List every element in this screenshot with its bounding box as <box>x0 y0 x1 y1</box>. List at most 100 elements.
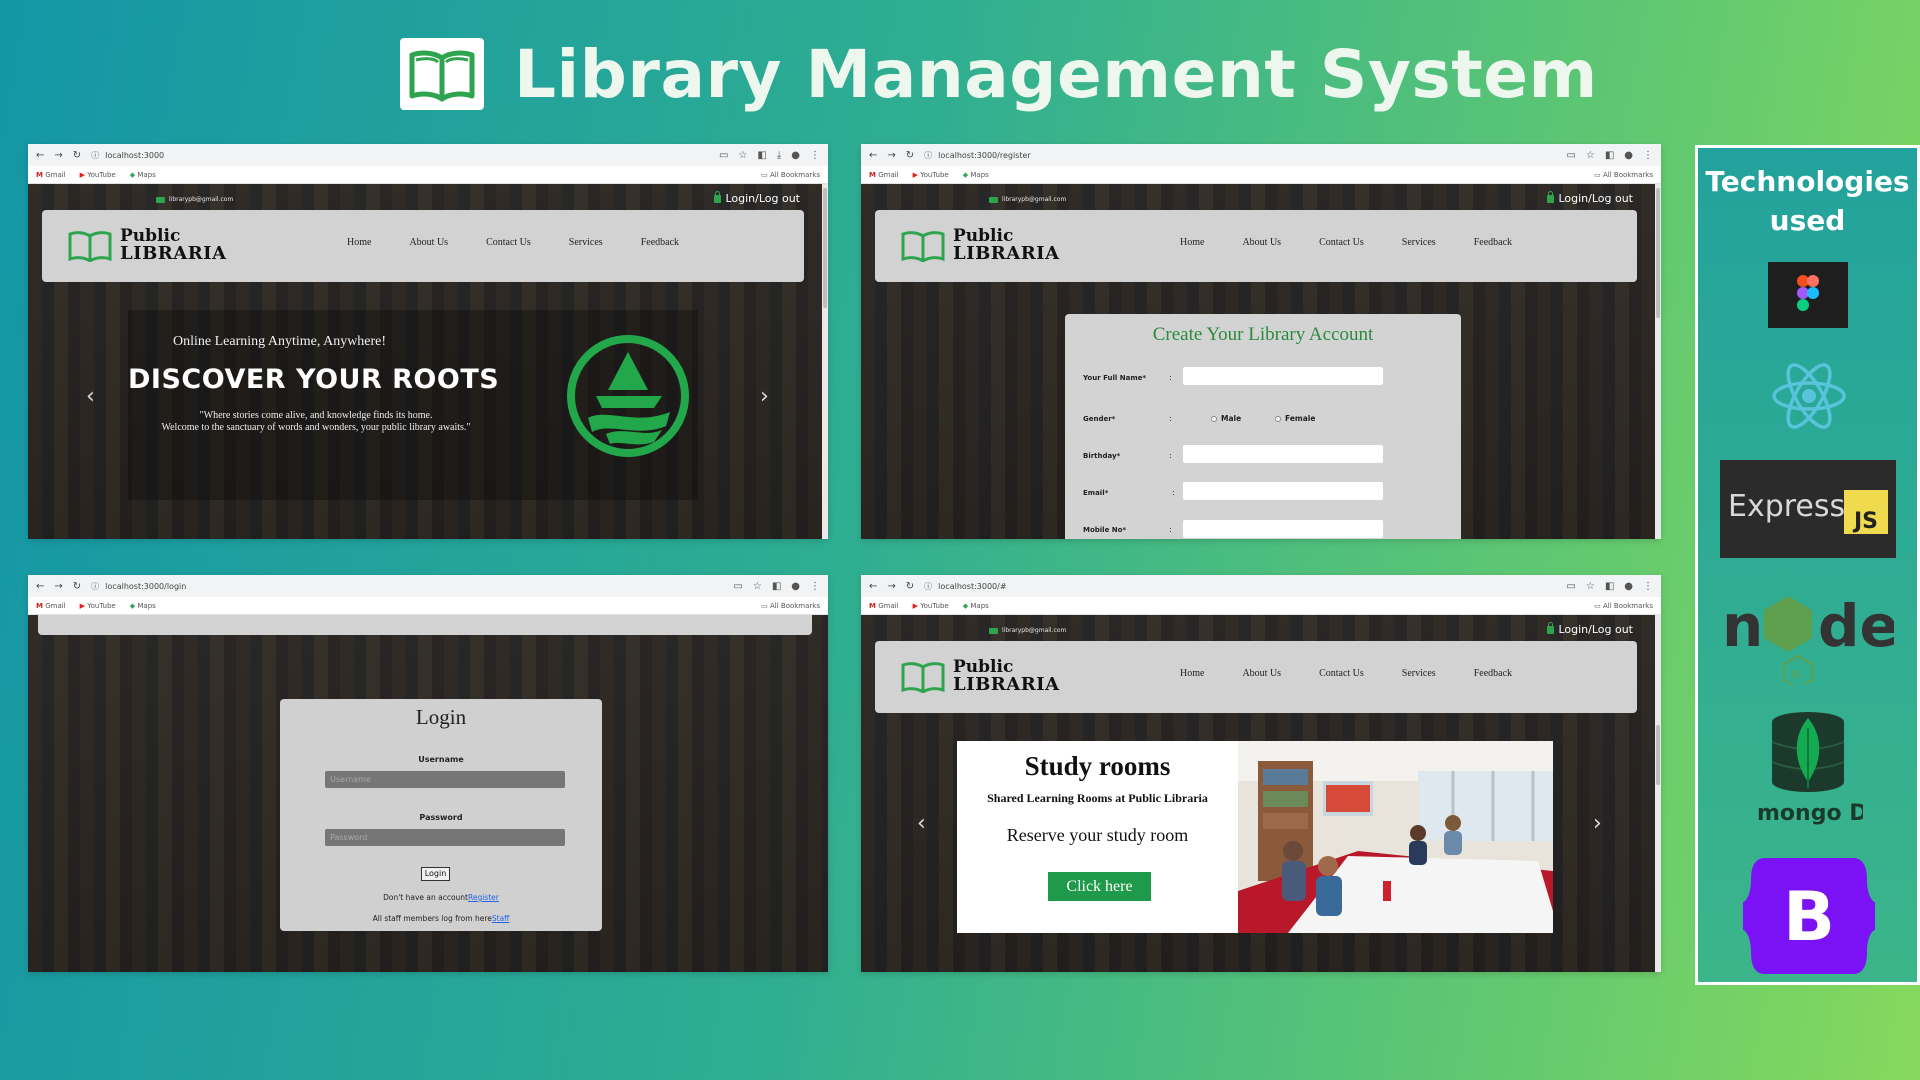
password-label: Password <box>419 813 463 822</box>
reload-icon[interactable]: ↻ <box>73 150 81 161</box>
profile-icon[interactable]: ● <box>1624 581 1633 592</box>
menu-icon[interactable]: ⋮ <box>810 581 820 592</box>
book-logo-icon <box>901 231 945 262</box>
bookmark-youtube[interactable]: ▶ YouTube <box>80 602 116 610</box>
password-input[interactable]: Password <box>325 829 565 846</box>
bookmark-gmail[interactable]: M Gmail <box>36 171 66 179</box>
download-icon[interactable]: ⤓ <box>777 150 781 161</box>
carousel-next-icon[interactable]: › <box>760 384 769 409</box>
gender-male-radio[interactable]: Male <box>1211 414 1241 423</box>
extensions-icon[interactable]: ◧ <box>1605 150 1614 161</box>
back-icon[interactable]: ← <box>869 150 877 161</box>
scrollbar[interactable] <box>1655 184 1661 539</box>
reload-icon[interactable]: ↻ <box>73 581 81 592</box>
profile-icon[interactable]: ● <box>791 581 800 592</box>
birthday-input[interactable] <box>1183 445 1383 463</box>
reload-icon[interactable]: ↻ <box>906 581 914 592</box>
carousel-next-icon[interactable]: › <box>1593 811 1602 836</box>
bookmark-maps[interactable]: ◆ Maps <box>963 171 989 179</box>
bookmark-youtube[interactable]: ▶ YouTube <box>80 171 116 179</box>
profile-icon[interactable]: ● <box>1624 150 1633 161</box>
back-icon[interactable]: ← <box>36 150 44 161</box>
nav-services[interactable]: Services <box>569 237 603 248</box>
extensions-icon[interactable]: ◧ <box>757 150 766 161</box>
address-bar[interactable]: ⓘ localhost:3000/# <box>924 581 1556 592</box>
full-name-input[interactable] <box>1183 367 1383 385</box>
menu-icon[interactable]: ⋮ <box>1643 581 1653 592</box>
all-bookmarks[interactable]: ▭ All Bookmarks <box>761 171 820 179</box>
site-brand[interactable]: Public LIBRARIA <box>901 227 1060 265</box>
nav-services[interactable]: Services <box>1402 668 1436 679</box>
menu-icon[interactable]: ⋮ <box>810 150 820 161</box>
staff-link[interactable]: Staff <box>492 914 509 923</box>
bookmark-gmail[interactable]: M Gmail <box>36 602 66 610</box>
login-button[interactable]: Login <box>421 867 450 881</box>
nav-about[interactable]: About Us <box>1242 237 1281 248</box>
nav-contact[interactable]: Contact Us <box>1319 237 1364 248</box>
nav-feedback[interactable]: Feedback <box>1474 237 1512 248</box>
star-icon[interactable]: ☆ <box>1586 150 1595 161</box>
profile-icon[interactable]: ● <box>791 150 800 161</box>
bookmark-gmail[interactable]: M Gmail <box>869 171 899 179</box>
extensions-icon[interactable]: ◧ <box>1605 581 1614 592</box>
nav-home[interactable]: Home <box>1180 668 1204 679</box>
login-logout-link[interactable]: Login/Log out <box>1547 190 1633 205</box>
cast-icon[interactable]: ▭ <box>1566 581 1575 592</box>
forward-icon[interactable]: → <box>887 150 895 161</box>
menu-icon[interactable]: ⋮ <box>1643 150 1653 161</box>
forward-icon[interactable]: → <box>54 150 62 161</box>
address-bar[interactable]: ⓘ localhost:3000 <box>91 150 709 161</box>
carousel-prev-icon[interactable]: ‹ <box>86 384 95 409</box>
nav-feedback[interactable]: Feedback <box>1474 668 1512 679</box>
register-link[interactable]: Register <box>468 893 499 902</box>
reload-icon[interactable]: ↻ <box>906 150 914 161</box>
username-input[interactable]: Username <box>325 771 565 788</box>
cast-icon[interactable]: ▭ <box>733 581 742 592</box>
nav-home[interactable]: Home <box>1180 237 1204 248</box>
star-icon[interactable]: ☆ <box>738 150 747 161</box>
register-title: Create Your Library Account <box>1152 324 1374 345</box>
bookmark-maps[interactable]: ◆ Maps <box>130 602 156 610</box>
star-icon[interactable]: ☆ <box>753 581 762 592</box>
nav-services[interactable]: Services <box>1402 237 1436 248</box>
site-brand[interactable]: Public LIBRARIA <box>901 658 1060 696</box>
nav-contact[interactable]: Contact Us <box>486 237 531 248</box>
nav-about[interactable]: About Us <box>409 237 448 248</box>
extensions-icon[interactable]: ◧ <box>772 581 781 592</box>
nav-feedback[interactable]: Feedback <box>641 237 679 248</box>
click-here-button[interactable]: Click here <box>1048 872 1151 901</box>
address-bar[interactable]: ⓘ localhost:3000/login <box>91 581 723 592</box>
cast-icon[interactable]: ▭ <box>719 150 728 161</box>
email-input[interactable] <box>1183 482 1383 500</box>
scrollbar[interactable] <box>1655 615 1661 972</box>
star-icon[interactable]: ☆ <box>1586 581 1595 592</box>
full-name-label: Your Full Name* <box>1083 374 1147 382</box>
nav-contact[interactable]: Contact Us <box>1319 668 1364 679</box>
bookmark-youtube[interactable]: ▶ YouTube <box>913 602 949 610</box>
login-logout-link[interactable]: Login/Log out <box>1547 621 1633 636</box>
mobile-input[interactable] <box>1183 520 1383 538</box>
all-bookmarks[interactable]: ▭ All Bookmarks <box>1594 171 1653 179</box>
open-book-icon <box>400 38 484 110</box>
all-bookmarks[interactable]: ▭ All Bookmarks <box>761 602 820 610</box>
carousel-prev-icon[interactable]: ‹ <box>917 811 926 836</box>
bookmark-gmail[interactable]: M Gmail <box>869 602 899 610</box>
site-brand[interactable]: Public LIBRARIA <box>68 227 227 265</box>
bookmark-youtube[interactable]: ▶ YouTube <box>913 171 949 179</box>
lock-icon <box>714 190 722 203</box>
login-logout-link[interactable]: Login/Log out <box>714 190 800 205</box>
bookmark-maps[interactable]: ◆ Maps <box>130 171 156 179</box>
gender-female-radio[interactable]: Female <box>1275 414 1315 423</box>
back-icon[interactable]: ← <box>36 581 44 592</box>
scrollbar[interactable] <box>822 184 828 539</box>
address-bar[interactable]: ⓘ localhost:3000/register <box>924 150 1556 161</box>
browser-window-register: ← → ↻ ⓘ localhost:3000/register ▭ ☆ ◧ ● ⋮ M Gma… <box>861 144 1661 539</box>
all-bookmarks[interactable]: ▭ All Bookmarks <box>1594 602 1653 610</box>
forward-icon[interactable]: → <box>54 581 62 592</box>
nav-home[interactable]: Home <box>347 237 371 248</box>
nav-about[interactable]: About Us <box>1242 668 1281 679</box>
back-icon[interactable]: ← <box>869 581 877 592</box>
forward-icon[interactable]: → <box>887 581 895 592</box>
cast-icon[interactable]: ▭ <box>1566 150 1575 161</box>
bookmark-maps[interactable]: ◆ Maps <box>963 602 989 610</box>
